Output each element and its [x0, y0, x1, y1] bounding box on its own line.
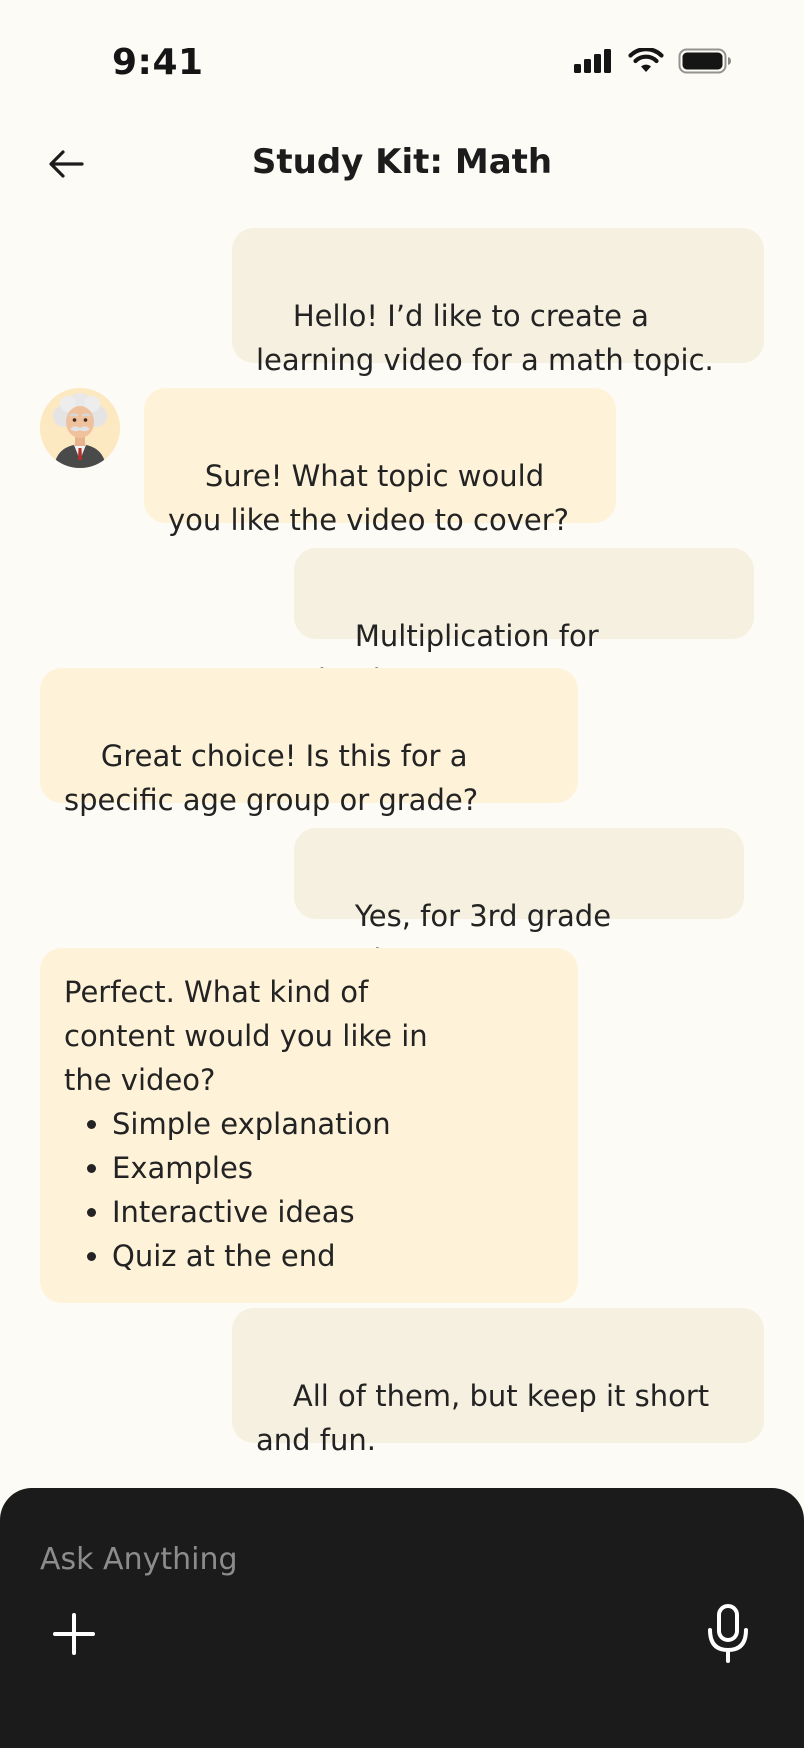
- status-icons: [574, 48, 732, 74]
- list-item: Interactive ideas: [112, 1190, 554, 1234]
- cellular-signal-icon: [574, 49, 614, 73]
- message-text: Sure! What topic would you like the vide…: [168, 459, 570, 537]
- list-item: Quiz at the end: [112, 1234, 554, 1278]
- user-message-bubble: Hello! I’d like to create a learning vid…: [232, 228, 764, 377]
- message-text: Great choice! Is this for a specific age…: [64, 739, 479, 817]
- assistant-message-bubble: Sure! What topic would you like the vide…: [144, 388, 616, 537]
- assistant-message-bubble: Great choice! Is this for a specific age…: [40, 668, 578, 817]
- status-time: 9:41: [112, 42, 204, 83]
- list-item: Simple explanation: [112, 1102, 554, 1146]
- list-item: Examples: [112, 1146, 554, 1190]
- add-button[interactable]: [46, 1608, 102, 1664]
- assistant-message-bubble: Perfect. What kind of content would you …: [40, 948, 578, 1303]
- content-options-list: Simple explanation Examples Interactive …: [64, 1102, 554, 1278]
- battery-icon: [678, 48, 732, 74]
- microphone-button[interactable]: [700, 1600, 756, 1672]
- microphone-icon: [706, 1604, 750, 1668]
- composer: [0, 1488, 804, 1748]
- user-message-bubble: Yes, for 3rd grade students.: [294, 828, 744, 977]
- scientist-avatar-icon: [40, 388, 120, 468]
- wifi-icon: [628, 48, 664, 74]
- message-text: Perfect. What kind of content would you …: [64, 975, 428, 1097]
- status-bar: 9:41: [0, 0, 804, 130]
- header: Study Kit: Math: [0, 130, 804, 202]
- user-message-bubble: Multiplication for beginners.: [294, 548, 754, 697]
- plus-icon: [52, 1612, 96, 1660]
- user-message-bubble: All of them, but keep it short and fun.: [232, 1308, 764, 1457]
- message-input[interactable]: [38, 1530, 642, 1588]
- page-title: Study Kit: Math: [251, 142, 553, 182]
- message-text: Hello! I’d like to create a learning vid…: [256, 299, 714, 377]
- message-text: All of them, but keep it short and fun.: [256, 1379, 719, 1457]
